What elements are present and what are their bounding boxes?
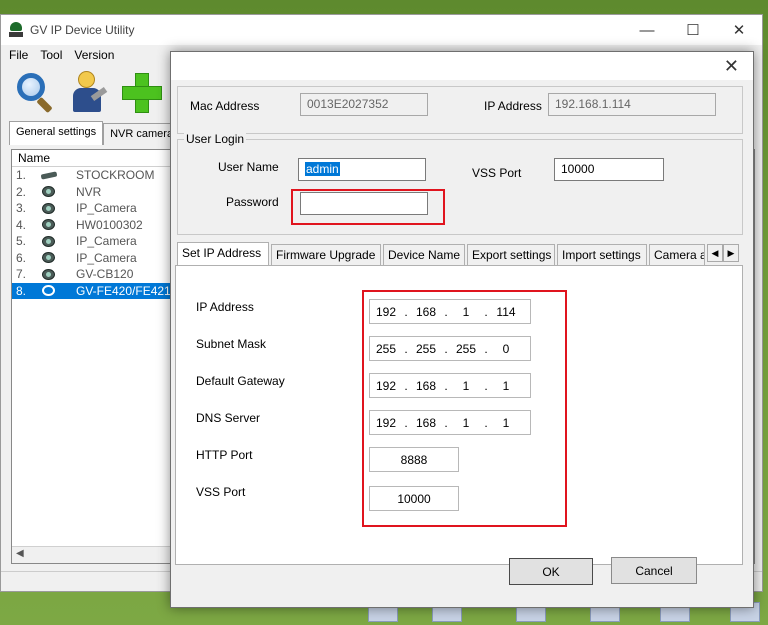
tab-firmware-upgrade[interactable]: Firmware Upgrade <box>271 244 381 266</box>
tab-set-ip-address[interactable]: Set IP Address <box>177 242 269 267</box>
username-input[interactable]: admin <box>298 158 426 181</box>
device-name: NVR <box>76 184 102 199</box>
camera-icon <box>40 185 58 198</box>
device-number: 6. <box>16 250 27 265</box>
cancel-button[interactable]: Cancel <box>611 557 697 584</box>
device-name: GV-FE420/FE421 <box>76 283 171 298</box>
device-name: IP_Camera <box>76 234 137 249</box>
column-name[interactable]: Name <box>18 151 50 165</box>
device-name: STOCKROOM <box>76 168 155 183</box>
mac-address-field: 0013E2027352 <box>300 93 428 116</box>
device-name: IP_Camera <box>76 201 137 216</box>
user-settings-icon[interactable] <box>65 69 111 115</box>
username-label: User Name <box>218 160 279 174</box>
camera-icon <box>40 268 58 281</box>
device-number: 7. <box>16 267 27 282</box>
device-name: GV-CB120 <box>76 267 134 282</box>
network-settings-highlight <box>362 290 567 527</box>
subnet-mask-label: Subnet Mask <box>196 337 267 351</box>
settings-tabs: Set IP Address Firmware Upgrade Device N… <box>175 242 743 267</box>
device-settings-dialog: ✕ Mac Address 0013E2027352 IP Address 19… <box>170 51 754 608</box>
device-number: 8. <box>16 283 27 298</box>
username-value: admin <box>305 162 340 176</box>
device-number: 3. <box>16 201 27 216</box>
tab-export-settings[interactable]: Export settings <box>467 244 555 266</box>
nvr-icon <box>40 169 58 182</box>
tab-import-settings[interactable]: Import settings <box>557 244 647 266</box>
device-name: HW0100302 <box>76 217 143 232</box>
menu-tool[interactable]: Tool <box>40 48 62 62</box>
device-name: IP_Camera <box>76 250 137 265</box>
minimize-icon[interactable]: — <box>624 15 670 45</box>
camera-icon <box>40 202 58 215</box>
tab-device-name[interactable]: Device Name <box>383 244 465 266</box>
vss-port-input[interactable]: 10000 <box>554 158 664 181</box>
user-login-group: User Login User Name admin VSS Port 1000… <box>177 132 743 235</box>
camera-icon <box>40 251 58 264</box>
menu-version[interactable]: Version <box>74 48 114 62</box>
tab-camera[interactable]: Camera a <box>649 244 705 266</box>
search-icon[interactable] <box>11 69 57 115</box>
device-number: 5. <box>16 234 27 249</box>
add-icon[interactable] <box>119 69 165 115</box>
user-login-legend: User Login <box>184 132 247 146</box>
tab-scroll-left-icon[interactable]: ◀ <box>707 244 723 262</box>
ip-address-setting-label: IP Address <box>196 300 254 314</box>
tab-scroll-right-icon[interactable]: ▶ <box>723 244 739 262</box>
camera-icon <box>40 218 58 231</box>
default-gateway-label: Default Gateway <box>196 374 285 388</box>
password-label: Password <box>226 195 279 209</box>
device-number: 2. <box>16 184 27 199</box>
window-title: GV IP Device Utility <box>30 23 135 37</box>
ip-address-field: 192.168.1.114 <box>548 93 716 116</box>
app-logo-icon <box>9 22 23 38</box>
menu-file[interactable]: File <box>9 48 28 62</box>
close-icon[interactable]: ✕ <box>724 56 739 77</box>
dome-camera-icon <box>40 284 58 297</box>
close-icon[interactable]: ✕ <box>716 15 762 45</box>
dialog-title-bar: ✕ <box>171 52 753 80</box>
maximize-icon[interactable]: ☐ <box>670 15 716 45</box>
vss-port-setting-label: VSS Port <box>196 485 246 499</box>
camera-icon <box>40 235 58 248</box>
ok-button[interactable]: OK <box>509 558 593 585</box>
title-bar: GV IP Device Utility — ☐ ✕ <box>1 15 762 45</box>
mac-address-label: Mac Address <box>190 99 260 113</box>
password-highlight <box>291 189 445 225</box>
tab-general-settings[interactable]: General settings <box>9 121 104 145</box>
main-tabs: General settings NVR camera se <box>9 121 195 145</box>
ip-address-label: IP Address <box>484 99 542 113</box>
device-info-group: Mac Address 0013E2027352 IP Address 192.… <box>177 86 743 134</box>
device-number: 4. <box>16 217 27 232</box>
vss-port-label: VSS Port <box>472 166 522 180</box>
http-port-label: HTTP Port <box>196 448 253 462</box>
device-number: 1. <box>16 168 27 183</box>
dns-server-label: DNS Server <box>196 411 261 425</box>
scroll-left-icon[interactable]: ◀ <box>16 548 24 559</box>
